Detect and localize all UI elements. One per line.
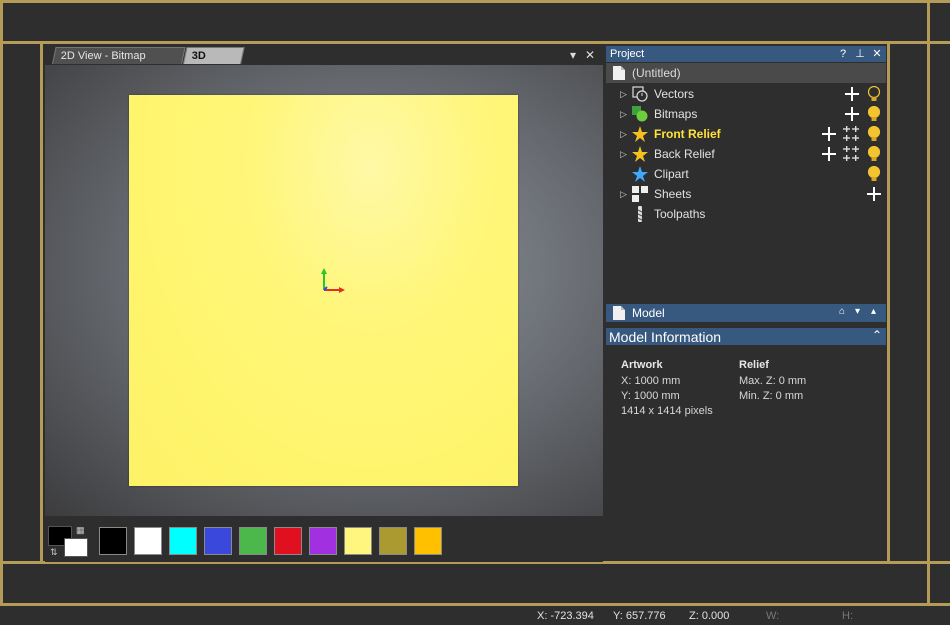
frame-border-left <box>0 0 3 606</box>
visibility-bulb-icon[interactable] <box>866 125 882 145</box>
model-panel-header[interactable]: Model ⌂ ▾ ▴ <box>606 304 886 322</box>
visibility-bulb-icon[interactable] <box>866 85 882 105</box>
tab-2d-view[interactable]: 2D View - Bitmap Layer <box>52 47 186 79</box>
toolpath-icon <box>632 206 648 222</box>
relief-grid-icon[interactable] <box>843 146 859 165</box>
add-relief-layer-icon[interactable] <box>822 127 836 144</box>
pin-icon[interactable]: ⊥ <box>853 46 867 62</box>
help-icon[interactable]: ? <box>836 46 850 62</box>
bitmaps-icon <box>632 106 648 122</box>
visibility-bulb-icon[interactable] <box>866 105 882 125</box>
3d-viewport[interactable] <box>45 65 603 516</box>
model-information-title: Model Information <box>609 329 722 345</box>
project-root-row[interactable]: (Untitled) <box>606 63 886 83</box>
relief-min-z: Min. Z: 0 mm <box>739 390 804 402</box>
expand-arrow-icon[interactable]: ▷ <box>620 184 630 204</box>
frame-border-top <box>0 0 950 3</box>
tree-item-label: Bitmaps <box>654 107 698 121</box>
tree-item-label: Clipart <box>654 167 689 181</box>
relief-max-z: Max. Z: 0 mm <box>739 375 807 387</box>
project-panel-header: Project ? ⊥ ✕ <box>606 46 886 62</box>
palette-swatch[interactable] <box>379 527 407 555</box>
status-width: W: <box>766 610 780 622</box>
tree-item-label: Toolpaths <box>654 207 706 221</box>
star-icon <box>632 146 648 162</box>
expand-arrow-icon[interactable]: ▷ <box>620 84 630 104</box>
expand-arrow-icon[interactable]: ▷ <box>620 104 630 124</box>
tree-item-label: Sheets <box>654 187 692 201</box>
palette-swatch[interactable] <box>414 527 442 555</box>
model-panel-title: Model <box>632 306 665 320</box>
tree-item-toolpaths[interactable]: Toolpaths <box>620 204 885 224</box>
home-icon[interactable]: ⌂ <box>839 306 845 317</box>
document-icon <box>613 306 625 320</box>
artwork-heading: Artwork <box>621 359 663 371</box>
palette-swatch[interactable] <box>239 527 267 555</box>
expand-arrow-icon[interactable]: ▷ <box>620 144 630 164</box>
color-palette: ▦ ⇅ <box>45 516 603 562</box>
artwork-pixels: 1414 x 1414 pixels <box>621 405 713 417</box>
clipart-star-icon <box>632 166 648 182</box>
project-panel-title: Project <box>610 48 645 60</box>
vectors-icon <box>632 86 648 102</box>
status-y-coordinate: Y: 657.776 <box>613 610 666 622</box>
status-z-coordinate: Z: 0.000 <box>689 610 730 622</box>
palette-swatch[interactable] <box>99 527 127 555</box>
palette-swatch[interactable] <box>169 527 197 555</box>
tree-item-label: Back Relief <box>654 147 715 161</box>
status-height: H: <box>842 610 853 622</box>
artwork-y: Y: 1000 mm <box>621 390 680 402</box>
close-icon[interactable]: ✕ <box>870 46 884 62</box>
model-information-header[interactable]: Model Information ⌃ <box>606 328 886 345</box>
tree-item-clipart[interactable]: Clipart <box>620 164 885 184</box>
frame-border <box>0 603 950 606</box>
visibility-bulb-icon[interactable] <box>866 145 882 165</box>
swap-colors-icon[interactable]: ⇅ <box>50 547 60 557</box>
project-root-label: (Untitled) <box>632 66 681 80</box>
palette-swatch[interactable] <box>274 527 302 555</box>
star-icon <box>632 126 648 142</box>
add-vector-icon[interactable] <box>845 87 859 104</box>
frame-border <box>0 41 950 44</box>
expand-arrow-icon[interactable]: ▷ <box>620 124 630 144</box>
secondary-color-swatch[interactable] <box>64 538 88 557</box>
frame-border <box>887 44 890 561</box>
axis-origin-icon <box>321 268 345 293</box>
add-bitmap-icon[interactable] <box>845 107 859 124</box>
collapse-chevron-icon[interactable]: ⌃ <box>872 328 882 342</box>
tree-item-sheets[interactable]: ▷ Sheets <box>620 184 885 204</box>
sheets-icon <box>632 186 648 202</box>
tree-item-label: Front Relief <box>654 127 721 141</box>
palette-swatch[interactable] <box>309 527 337 555</box>
artwork-x: X: 1000 mm <box>621 375 681 387</box>
tree-item-label: Vectors <box>654 87 695 101</box>
status-x-coordinate: X: -723.394 <box>537 610 594 622</box>
add-relief-layer-icon[interactable] <box>822 147 836 164</box>
frame-border <box>40 44 43 561</box>
palette-swatch[interactable] <box>344 527 372 555</box>
collapse-icon[interactable]: ▾ <box>855 306 860 317</box>
palette-swatch[interactable] <box>204 527 232 555</box>
tab-3d-view[interactable]: 3D View <box>183 47 245 79</box>
view-menu-dropdown-icon[interactable]: ▾ <box>566 48 580 62</box>
document-icon <box>613 66 625 80</box>
visibility-bulb-icon[interactable] <box>866 165 882 185</box>
add-sheet-icon[interactable] <box>867 187 881 204</box>
view-close-icon[interactable]: ✕ <box>583 48 597 62</box>
palette-swatch[interactable] <box>134 527 162 555</box>
palette-grid-icon[interactable]: ▦ <box>76 525 86 535</box>
minimize-icon[interactable]: ▴ <box>871 306 876 317</box>
relief-heading: Relief <box>739 359 769 371</box>
frame-border-right <box>927 0 930 606</box>
relief-grid-icon[interactable] <box>843 126 859 145</box>
